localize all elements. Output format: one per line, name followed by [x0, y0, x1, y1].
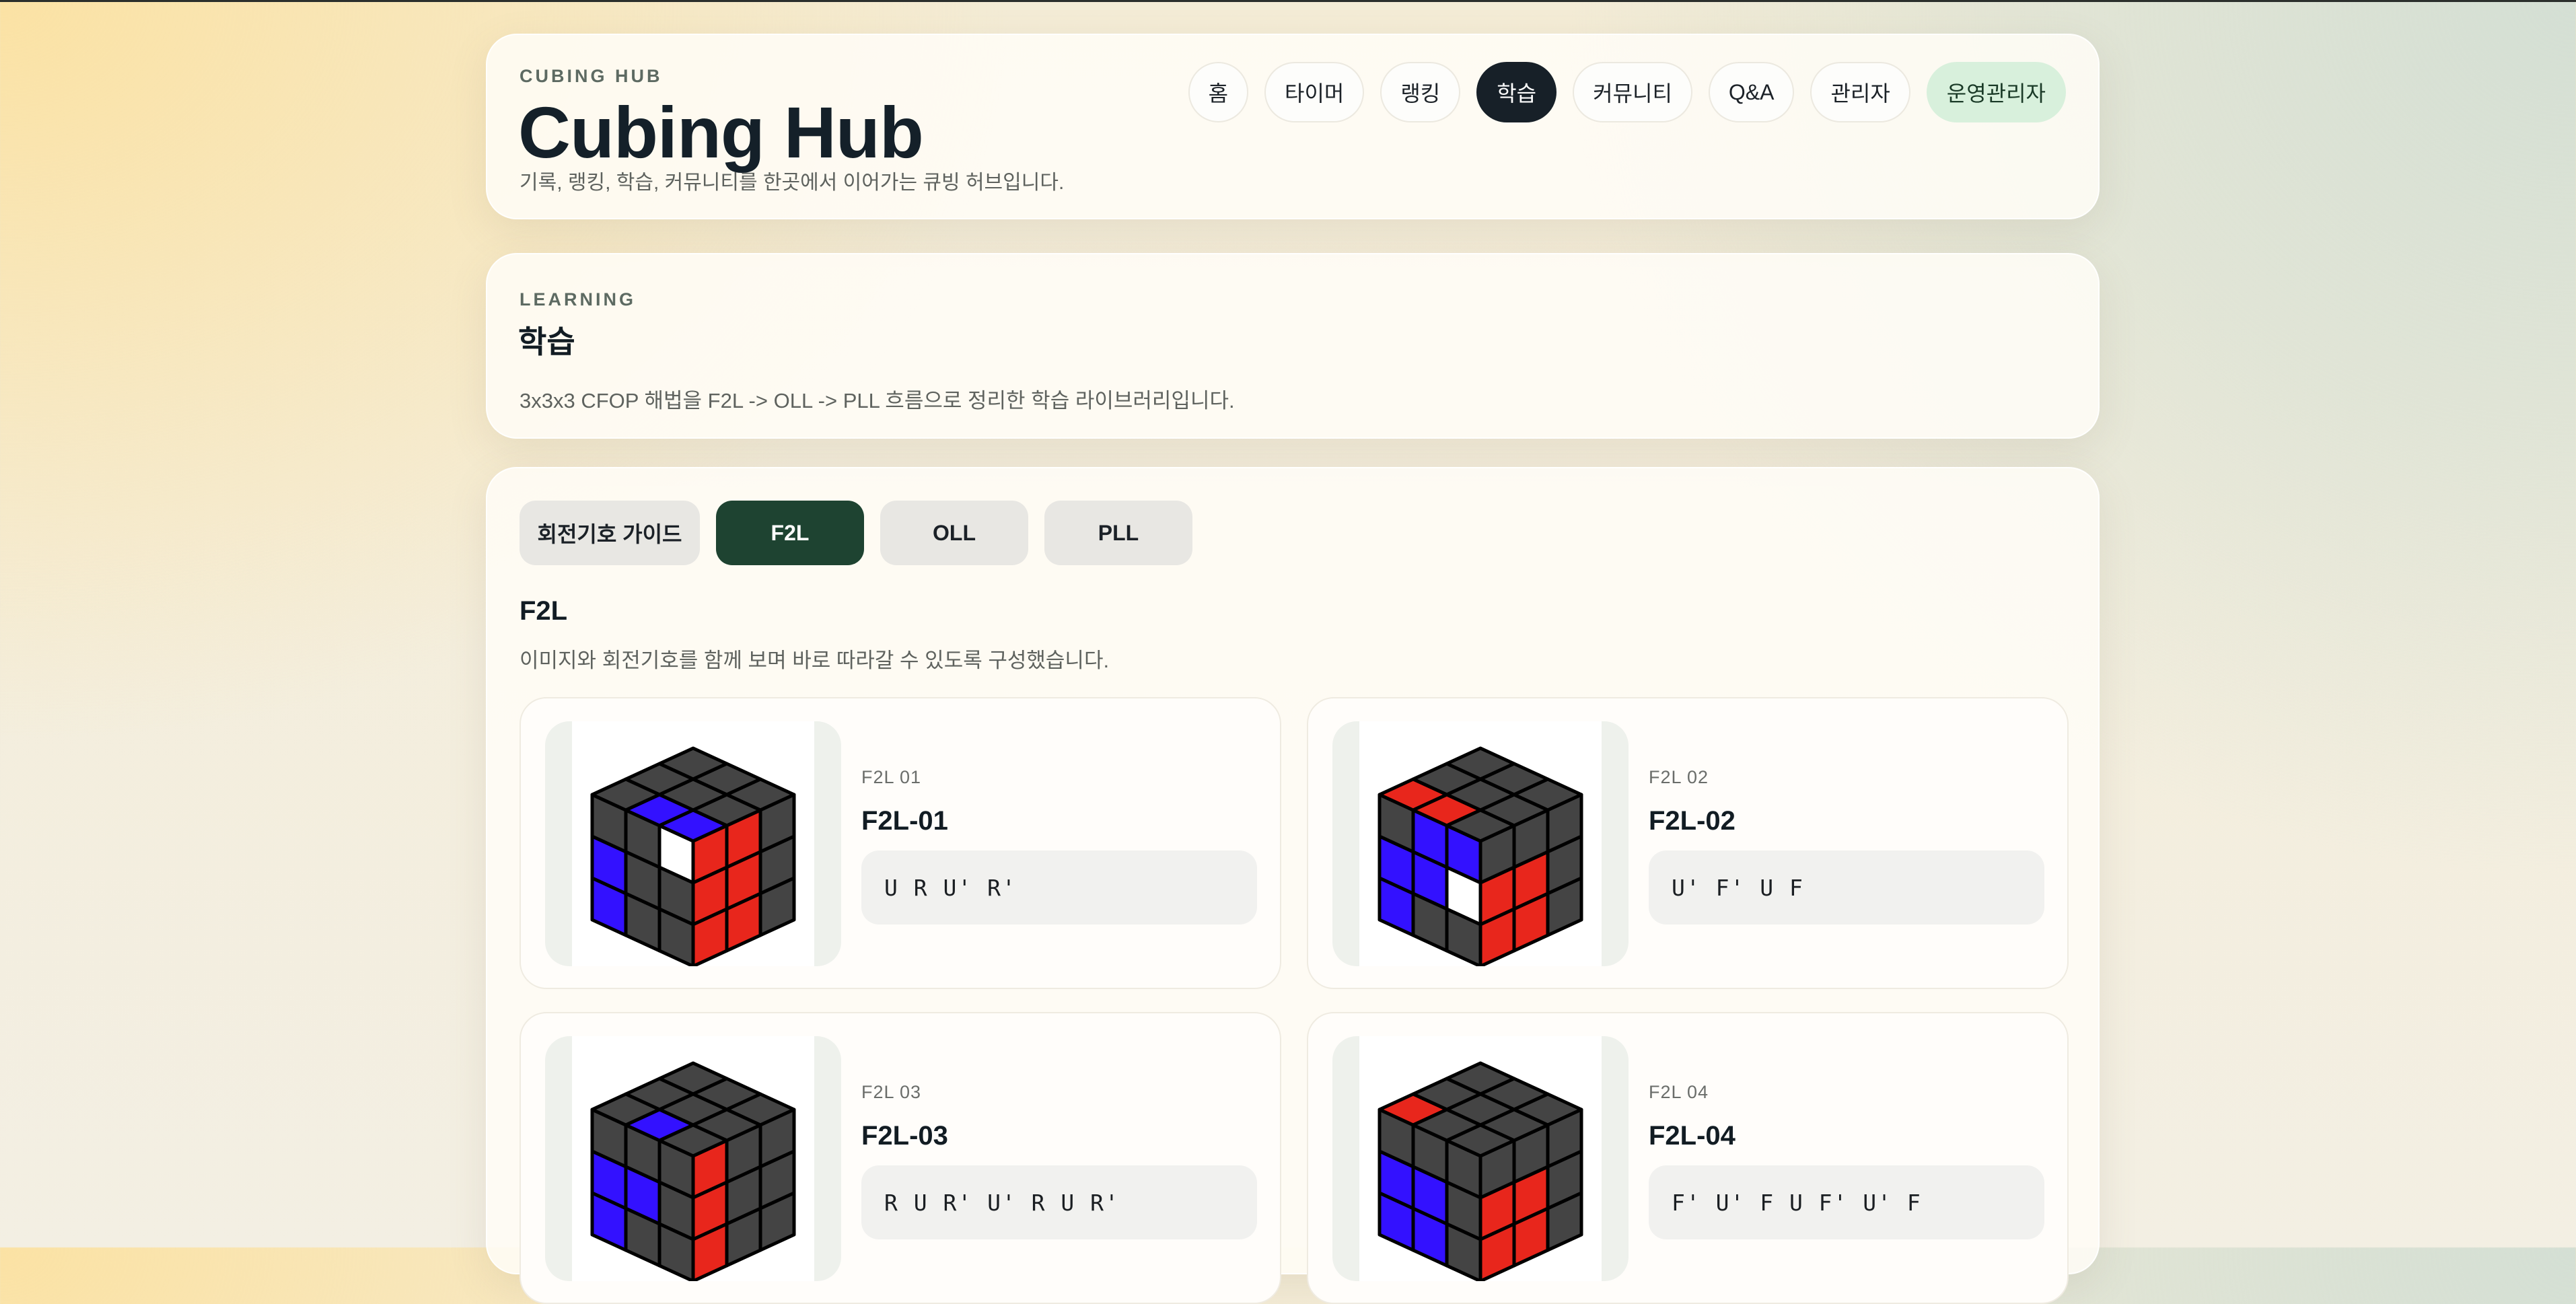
nav-qna[interactable]: Q&A	[1708, 62, 1795, 122]
main-nav: 홈 타이머 랭킹 학습 커뮤니티 Q&A 관리자 운영관리자	[1188, 62, 2066, 122]
site-tagline: 기록, 랭킹, 학습, 커뮤니티를 한곳에서 이어가는 큐빙 허브입니다.	[520, 172, 1065, 194]
case-code: F2L 02	[1649, 767, 1709, 787]
case-name: F2L-03	[861, 1121, 948, 1151]
tab-notation-guide[interactable]: 회전기호 가이드	[520, 501, 700, 565]
header-eyebrow: CUBING HUB	[520, 66, 663, 86]
page-title: 학습	[518, 324, 575, 359]
case-card[interactable]: F2L 01 F2L-01 U R U' R'	[520, 697, 1281, 989]
nav-home[interactable]: 홈	[1188, 62, 1249, 122]
case-code: F2L 01	[861, 767, 922, 787]
learning-content: 회전기호 가이드 F2L OLL PLL F2L 이미지와 회전기호를 함께 보…	[486, 467, 2100, 1304]
case-card[interactable]: F2L 04 F2L-04 F' U' F U F' U' F	[1307, 1012, 2069, 1304]
case-card[interactable]: F2L 03 F2L-03 R U R' U' R U R'	[520, 1012, 1281, 1304]
case-card[interactable]: F2L 02 F2L-02 U' F' U F	[1307, 697, 2069, 989]
tab-pll[interactable]: PLL	[1044, 501, 1192, 565]
learning-eyebrow: LEARNING	[520, 289, 636, 310]
nav-learning[interactable]: 학습	[1476, 62, 1557, 122]
learning-intro: LEARNING 학습 3x3x3 CFOP 해법을 F2L -> OLL ->…	[486, 253, 2100, 439]
nav-community[interactable]: 커뮤니티	[1573, 62, 1692, 122]
tab-oll[interactable]: OLL	[880, 501, 1028, 565]
case-thumbnail	[545, 1036, 841, 1281]
algorithm-box: U' F' U F	[1649, 850, 2044, 925]
page-description: 3x3x3 CFOP 해법을 F2L -> OLL -> PLL 흐름으로 정리…	[520, 389, 1235, 412]
site-title[interactable]: Cubing Hub	[518, 90, 924, 174]
site-header: CUBING HUB Cubing Hub 기록, 랭킹, 학습, 커뮤니티를 …	[486, 34, 2100, 219]
cube-diagram	[590, 746, 796, 966]
case-code: F2L 04	[1649, 1082, 1709, 1102]
algorithm-box: U R U' R'	[861, 850, 1257, 925]
cube-diagram	[1378, 746, 1583, 966]
nav-admin[interactable]: 관리자	[1810, 62, 1910, 122]
nav-timer[interactable]: 타이머	[1264, 62, 1365, 122]
nav-operations-admin[interactable]: 운영관리자	[1926, 62, 2066, 122]
case-thumbnail	[1332, 721, 1629, 966]
case-grid: F2L 01 F2L-01 U R U' R' F2L 02 F2L-02 U'…	[520, 697, 2069, 1304]
cube-diagram	[590, 1061, 796, 1281]
algorithm-text: R U R' U' R U R'	[884, 1189, 1120, 1216]
cube-diagram	[1378, 1061, 1583, 1281]
page-container: CUBING HUB Cubing Hub 기록, 랭킹, 학습, 커뮤니티를 …	[486, 34, 2100, 1304]
case-thumbnail	[1332, 1036, 1629, 1281]
tab-f2l[interactable]: F2L	[716, 501, 864, 565]
nav-ranking[interactable]: 랭킹	[1380, 62, 1461, 122]
section-title: F2L	[520, 596, 568, 626]
algorithm-box: F' U' F U F' U' F	[1649, 1165, 2044, 1239]
case-thumbnail	[545, 721, 841, 966]
algorithm-box: R U R' U' R U R'	[861, 1165, 1257, 1239]
section-description: 이미지와 회전기호를 함께 보며 바로 따라갈 수 있도록 구성했습니다.	[520, 649, 1110, 672]
category-tabs: 회전기호 가이드 F2L OLL PLL	[520, 501, 1192, 565]
algorithm-text: U' F' U F	[1672, 874, 1804, 901]
algorithm-text: F' U' F U F' U' F	[1672, 1189, 1922, 1216]
case-code: F2L 03	[861, 1082, 922, 1102]
case-name: F2L-04	[1649, 1121, 1736, 1151]
algorithm-text: U R U' R'	[884, 874, 1017, 901]
case-name: F2L-01	[861, 806, 948, 836]
window-top-border	[0, 0, 2576, 2]
case-name: F2L-02	[1649, 806, 1736, 836]
